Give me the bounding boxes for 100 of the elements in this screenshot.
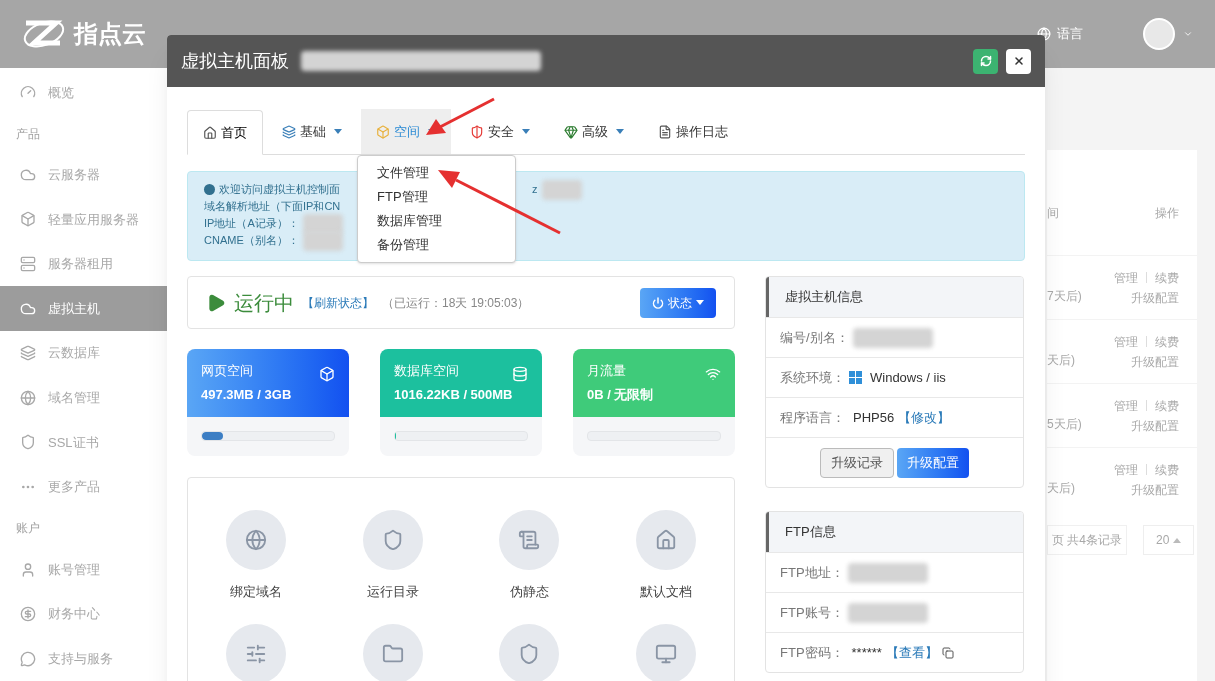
menu-item[interactable]: 文件管理 (358, 161, 515, 185)
close-button[interactable] (1006, 48, 1031, 74)
primary-button[interactable]: 升级配置 (897, 447, 969, 478)
windows-icon (849, 371, 862, 384)
manage-link[interactable]: 管理 (1114, 332, 1138, 351)
renew-link[interactable]: 续费 (1155, 396, 1179, 415)
tab[interactable]: 高级 (549, 109, 639, 154)
notice-text: CNAME（别名）： (204, 233, 299, 248)
refresh-button[interactable] (973, 48, 998, 74)
database-icon (512, 366, 528, 382)
home-icon (203, 125, 217, 140)
menu-item[interactable]: 备份管理 (358, 233, 515, 257)
nav-link[interactable]: 语言 (1057, 24, 1083, 44)
upgrade-link[interactable]: 升级配置 (1131, 480, 1179, 499)
field-label: FTP账号： (780, 603, 844, 622)
status-button[interactable]: 状态 (640, 287, 716, 318)
coin-icon (20, 606, 36, 623)
sidebar-item[interactable]: 轻量应用服务器 (0, 197, 167, 242)
sidebar-item[interactable]: SSL证书 (0, 420, 167, 465)
stat-title: 数据库空间 (394, 362, 459, 380)
close-icon (1012, 55, 1025, 67)
field-label: 程序语言： (780, 408, 845, 427)
sidebar-item[interactable]: 账号管理 (0, 547, 167, 592)
section-label: 产品 (16, 125, 40, 143)
tab[interactable]: 基础 (267, 109, 357, 154)
manage-link[interactable]: 管理 (1114, 396, 1138, 415)
stat-value: 0B / 无限制 (587, 385, 654, 404)
manage-link[interactable]: 管理 (1114, 460, 1138, 479)
stat-title: 月流量 (587, 362, 626, 380)
manage-link[interactable]: 管理 (1114, 268, 1138, 287)
sidebar-item[interactable]: 域名管理 (0, 375, 167, 421)
uptime-text: （已运行：18天 19:05:03） (382, 294, 530, 312)
copy-icon[interactable] (941, 646, 954, 659)
field-label: 系统环境： (780, 368, 845, 387)
refresh-icon (979, 55, 992, 67)
server-icon (20, 256, 36, 273)
function-label[interactable]: 伪静态 (509, 582, 549, 602)
info-icon (204, 184, 215, 195)
column-heading: 操作 (1155, 204, 1179, 222)
sidebar-item[interactable]: 云服务器 (0, 152, 167, 198)
redaction-blur (541, 179, 582, 200)
renew-link[interactable]: 续费 (1155, 268, 1179, 287)
modal-title: 虚拟主机面板 (181, 49, 289, 73)
sidebar-item[interactable]: 概览 (0, 70, 167, 115)
upgrade-link[interactable]: 升级配置 (1131, 416, 1179, 435)
sidebar-item[interactable]: 云数据库 (0, 330, 167, 376)
document-icon (658, 124, 672, 139)
link[interactable]: 【查看】 (885, 642, 938, 663)
menu-item[interactable]: 数据库管理 (358, 209, 515, 233)
card-title: 虚拟主机信息 (785, 288, 863, 307)
pager-summary: 页 共4条记录 (1047, 525, 1127, 555)
gem-icon (564, 124, 578, 139)
sidebar-item[interactable]: 服务器租用 (0, 241, 167, 287)
column-heading: 间 (1047, 204, 1059, 222)
upgrade-link[interactable]: 升级配置 (1131, 288, 1179, 307)
globe-icon (1037, 27, 1051, 41)
notice-text: z (532, 182, 538, 197)
caret-icon[interactable] (1183, 29, 1193, 39)
stat-value: 1016.22KB / 500MB (394, 385, 513, 404)
cube-icon (20, 211, 36, 228)
menu-item[interactable]: FTP管理 (358, 185, 515, 209)
field-label: 编号/别名： (780, 328, 849, 347)
play-icon (206, 292, 226, 313)
notice-text: 域名解析地址（下面IP和CN (204, 199, 341, 214)
shield-icon (470, 124, 484, 139)
tab[interactable]: 空间 (361, 109, 451, 154)
tab[interactable]: 安全 (455, 109, 545, 154)
link[interactable]: 【修改】 (898, 407, 951, 428)
refresh-link[interactable]: 【刷新状态】 (302, 293, 374, 312)
logo-icon (22, 19, 66, 49)
tab[interactable]: 操作日志 (643, 109, 743, 154)
sidebar-item[interactable]: 虚拟主机 (0, 286, 167, 331)
card-title: FTP信息 (785, 523, 836, 542)
scroll-icon (518, 529, 541, 551)
upgrade-link[interactable]: 升级配置 (1131, 352, 1179, 371)
function-label[interactable]: 绑定域名 (230, 582, 283, 602)
sidebar-item[interactable]: 支持与服务 (0, 636, 167, 681)
layers-icon (20, 345, 36, 362)
globe-icon (245, 529, 268, 551)
cube-icon (319, 366, 335, 382)
layers-icon (282, 124, 296, 139)
power-icon (652, 296, 664, 309)
section-label: 账户 (16, 520, 40, 538)
house-icon (654, 529, 677, 551)
sidebar-item[interactable]: 更多产品 (0, 464, 167, 510)
table-cell-text: 天后) (1047, 479, 1075, 497)
table-cell-text: 5天后) (1047, 415, 1082, 433)
tab[interactable]: 首页 (187, 110, 263, 155)
renew-link[interactable]: 续费 (1155, 332, 1179, 351)
function-label[interactable]: 运行目录 (366, 582, 419, 602)
page-size-select[interactable]: 20 (1143, 525, 1195, 555)
renew-link[interactable]: 续费 (1155, 460, 1179, 479)
sliders-icon (245, 642, 268, 665)
secondary-button[interactable]: 升级记录 (820, 447, 894, 478)
table-cell-text: 天后) (1047, 351, 1075, 369)
stat-value: 497.3MB / 3GB (201, 385, 292, 404)
sidebar-item[interactable]: 财务中心 (0, 591, 167, 637)
shield-icon (20, 434, 36, 451)
function-label[interactable]: 默认文档 (639, 582, 692, 602)
avatar[interactable] (1143, 18, 1175, 50)
